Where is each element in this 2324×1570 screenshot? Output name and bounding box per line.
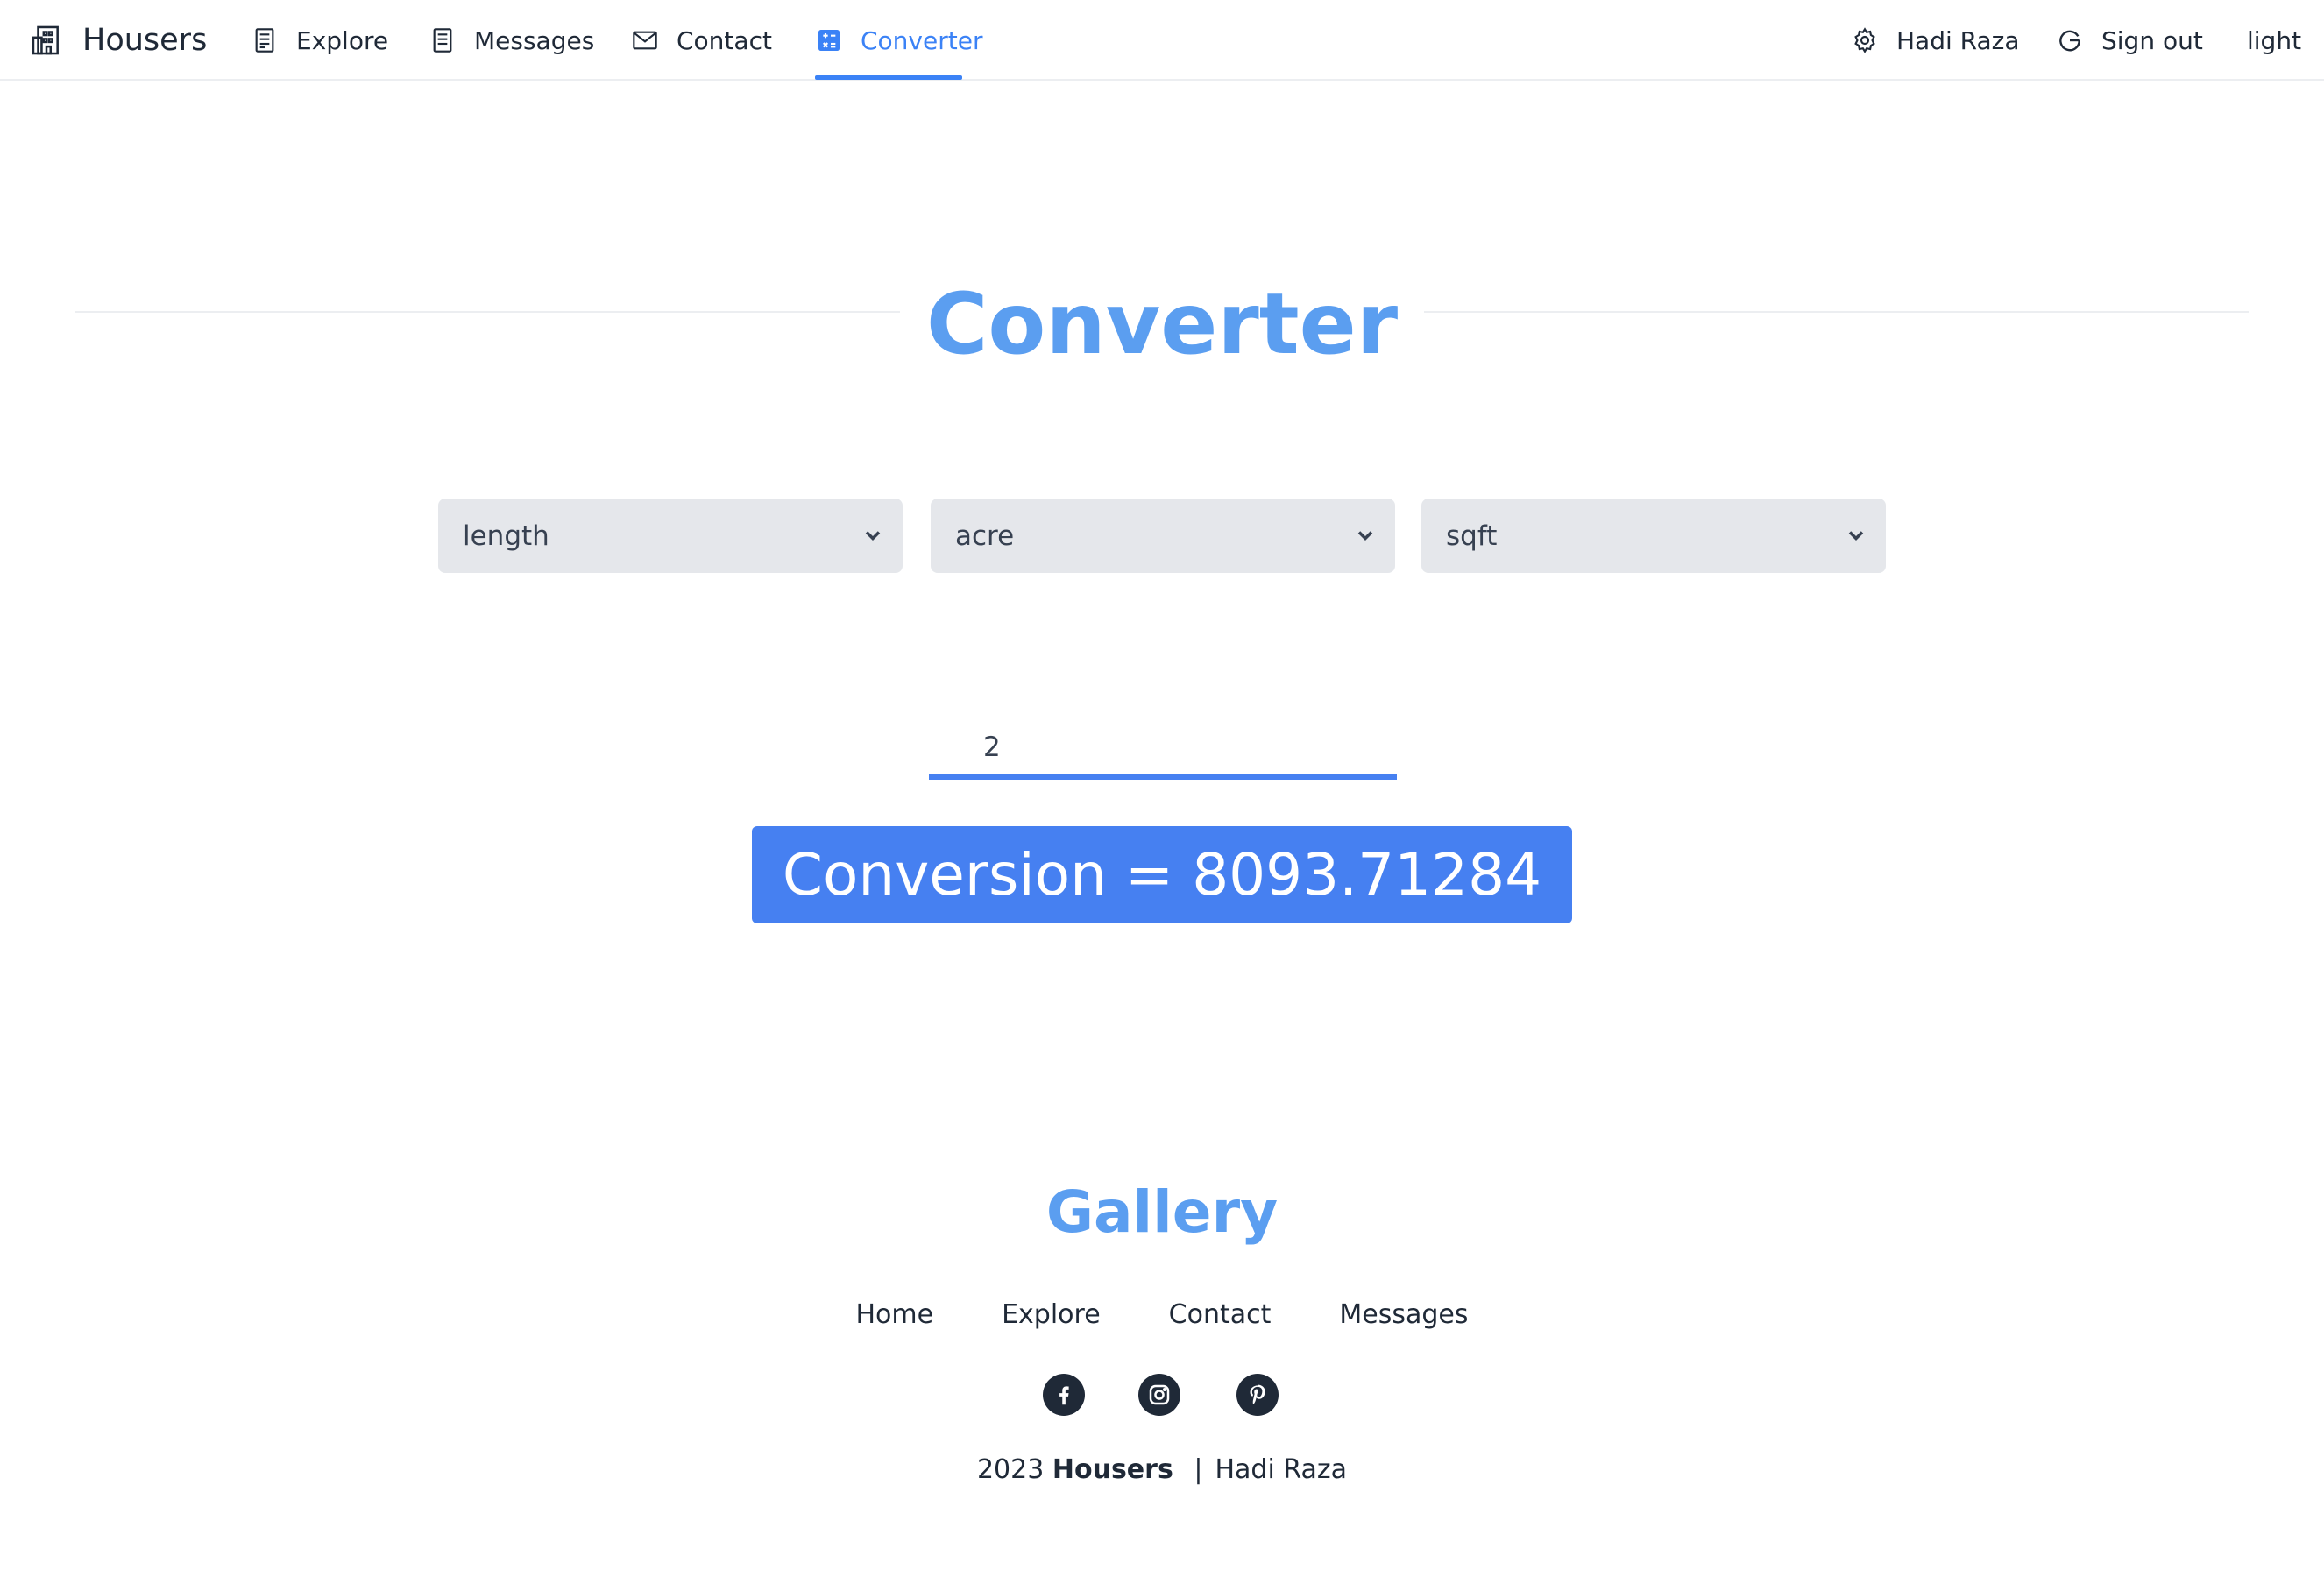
active-tab-indicator: [815, 75, 962, 80]
theme-toggle[interactable]: light: [2247, 0, 2301, 81]
category-select[interactable]: length: [438, 499, 903, 573]
sign-out-icon: [2056, 26, 2084, 54]
building-icon: [30, 24, 63, 57]
list-document-icon: [251, 26, 279, 54]
footer-link-contact[interactable]: Contact: [1169, 1299, 1272, 1330]
to-unit-select-value: sqft: [1446, 520, 1498, 552]
copyright-year: 2023: [976, 1454, 1045, 1485]
user-name: Hadi Raza: [1896, 25, 2020, 55]
mail-icon: [631, 26, 659, 54]
gear-icon: [1851, 26, 1879, 54]
page-title: Converter: [0, 272, 2324, 377]
pinterest-icon[interactable]: [1236, 1374, 1279, 1416]
footer-link-explore[interactable]: Explore: [1002, 1299, 1101, 1330]
chevron-down-icon: [1357, 531, 1373, 541]
footer-title: Gallery: [1045, 1178, 1279, 1246]
nav-item-label: Explore: [296, 25, 389, 55]
conversion-result: Conversion = 8093.71284: [752, 826, 1572, 923]
nav-item-label: Contact: [677, 25, 772, 55]
nav-item-converter[interactable]: Converter: [815, 0, 982, 81]
category-select-value: length: [463, 520, 549, 552]
footer-link-home[interactable]: Home: [855, 1299, 933, 1330]
user-settings-link[interactable]: Hadi Raza: [1851, 0, 2020, 81]
instagram-icon[interactable]: [1138, 1374, 1180, 1416]
facebook-icon[interactable]: [1043, 1374, 1085, 1416]
copyright-author: Hadi Raza: [1215, 1454, 1348, 1485]
brand-link[interactable]: Housers: [30, 0, 207, 81]
value-input[interactable]: [929, 710, 1397, 780]
nav-item-label: Messages: [474, 25, 595, 55]
copyright-brand: Housers: [1052, 1454, 1173, 1485]
navbar: Housers Explore Messages Contact Convert…: [0, 0, 2324, 81]
from-unit-select[interactable]: acre: [931, 499, 1395, 573]
to-unit-select[interactable]: sqft: [1421, 499, 1886, 573]
brand-name: Housers: [82, 23, 208, 58]
footer-links: Home Explore Contact Messages: [0, 1299, 2324, 1330]
from-unit-select-value: acre: [955, 520, 1015, 552]
sign-out-button[interactable]: Sign out: [2056, 0, 2203, 81]
nav-item-label: Converter: [861, 25, 983, 55]
nav-item-messages[interactable]: Messages: [429, 0, 594, 81]
nav-item-contact[interactable]: Contact: [631, 0, 772, 81]
footer-link-messages[interactable]: Messages: [1339, 1299, 1468, 1330]
copyright: 2023 Housers | Hadi Raza: [0, 1454, 2324, 1485]
chevron-down-icon: [865, 531, 881, 541]
calculator-icon: [815, 26, 843, 54]
copyright-separator: |: [1194, 1454, 1203, 1485]
document-icon: [429, 26, 457, 54]
nav-item-explore[interactable]: Explore: [251, 0, 388, 81]
chevron-down-icon: [1848, 531, 1864, 541]
sign-out-label: Sign out: [2101, 25, 2203, 55]
